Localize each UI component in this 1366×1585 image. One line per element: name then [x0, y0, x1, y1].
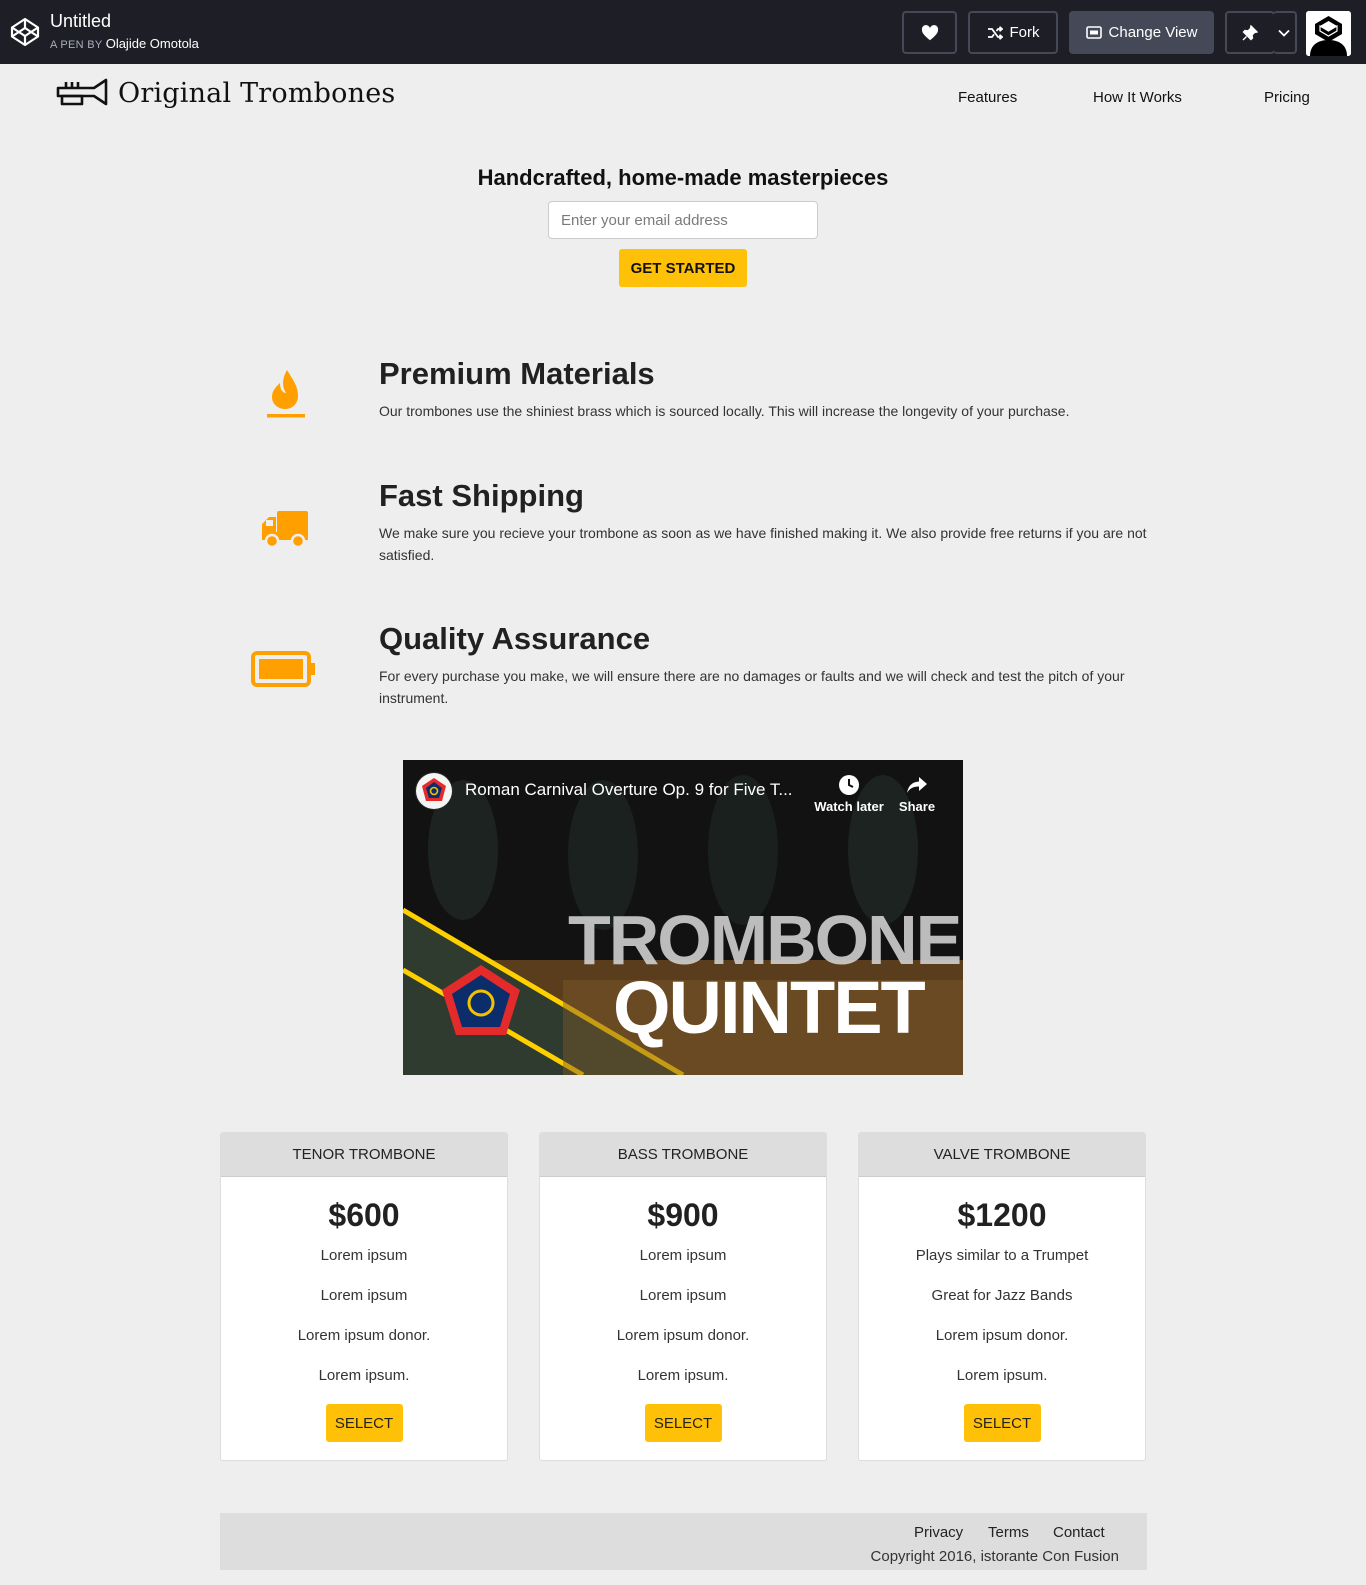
clock-icon: [839, 775, 859, 795]
pin-menu-button[interactable]: [1273, 11, 1297, 54]
plan-name: VALVE TROMBONE: [859, 1133, 1145, 1177]
user-avatar[interactable]: [1306, 11, 1351, 56]
watch-later-label: Watch later: [814, 799, 884, 814]
plan-feature: Lorem ipsum: [639, 1287, 727, 1304]
video-overlay-line2: QUINTET: [613, 966, 926, 1049]
plan-feature: Plays similar to a Trumpet: [915, 1247, 1089, 1264]
feature-desc-quality-assurance: For every purchase you make, we will ens…: [379, 668, 1125, 706]
pin-button[interactable]: [1225, 11, 1275, 54]
watch-later-button[interactable]: Watch later: [811, 774, 887, 814]
feature-title-quality-assurance: Quality Assurance: [379, 621, 651, 656]
codepen-logo-icon[interactable]: [9, 16, 41, 48]
pricing-card-tenor: TENOR TROMBONE $600 Lorem ipsum Lorem ip…: [220, 1132, 508, 1461]
pricing-card-bass: BASS TROMBONE $900 Lorem ipsum Lorem ips…: [539, 1132, 827, 1461]
fork-label: Fork: [1009, 24, 1040, 41]
avatar-image-icon: [1306, 11, 1351, 56]
footer-link-terms[interactable]: Terms: [988, 1524, 1029, 1541]
trumpet-icon: [56, 78, 108, 106]
nav-link-how-it-works[interactable]: How It Works: [1093, 89, 1182, 106]
plan-feature: Lorem ipsum donor.: [297, 1327, 431, 1344]
hero-title: Handcrafted, home-made masterpieces: [477, 165, 889, 190]
share-arrow-icon: [907, 777, 927, 793]
change-view-button[interactable]: Change View: [1069, 11, 1214, 54]
plan-feature: Lorem ipsum: [320, 1247, 408, 1264]
battery-icon: [250, 648, 318, 690]
footer-link-privacy[interactable]: Privacy: [914, 1524, 963, 1541]
feature-title-premium-materials: Premium Materials: [379, 356, 655, 391]
select-tenor-button[interactable]: SELECT: [325, 1404, 403, 1442]
codepen-header: Untitled A PEN BY Olajide Omotola Fork C…: [0, 0, 1366, 64]
brand-logo[interactable]: Original Trombones: [56, 76, 395, 110]
plan-name: BASS TROMBONE: [540, 1133, 826, 1177]
share-label: Share: [898, 799, 936, 814]
plan-feature: Lorem ipsum donor.: [935, 1327, 1069, 1344]
change-view-label: Change View: [1108, 24, 1198, 41]
plan-feature: Lorem ipsum.: [637, 1367, 729, 1384]
email-input[interactable]: [548, 201, 818, 239]
love-button[interactable]: [902, 11, 957, 54]
byline-prefix: A PEN BY: [50, 39, 103, 51]
nav-link-features[interactable]: Features: [958, 89, 1017, 106]
select-bass-button[interactable]: SELECT: [644, 1404, 722, 1442]
get-started-button[interactable]: GET STARTED: [619, 249, 747, 287]
feature-title-fast-shipping: Fast Shipping: [379, 478, 584, 513]
plan-feature: Lorem ipsum.: [318, 1367, 410, 1384]
plan-feature: Lorem ipsum: [639, 1247, 727, 1264]
feature-desc-fast-shipping: We make sure you recieve your trombone a…: [379, 525, 1147, 563]
plan-name: TENOR TROMBONE: [221, 1133, 507, 1177]
pricing-card-valve: VALVE TROMBONE $1200 Plays similar to a …: [858, 1132, 1146, 1461]
plan-price: $900: [647, 1197, 719, 1233]
video-embed[interactable]: Roman Carnival Overture Op. 9 for Five T…: [403, 760, 963, 1075]
heart-icon: [921, 24, 938, 40]
pen-byline: A PEN BY Olajide Omotola: [50, 36, 199, 51]
video-title[interactable]: Roman Carnival Overture Op. 9 for Five T…: [465, 780, 793, 800]
fork-icon: [987, 25, 1003, 40]
plan-feature: Great for Jazz Bands: [931, 1287, 1073, 1304]
channel-avatar[interactable]: [415, 772, 453, 810]
brand-name: Original Trombones: [118, 77, 396, 109]
page-footer: Privacy Terms Contact Copyright 2016, is…: [220, 1513, 1147, 1570]
feature-desc-premium-materials: Our trombones use the shiniest brass whi…: [379, 403, 1070, 419]
pin-icon: [1242, 24, 1258, 40]
plan-price: $1200: [957, 1197, 1047, 1233]
footer-link-contact[interactable]: Contact: [1053, 1524, 1105, 1541]
pen-title[interactable]: Untitled: [50, 11, 111, 32]
chevron-down-icon: [1278, 29, 1290, 37]
copyright-text: Copyright 2016, istorante Con Fusion: [870, 1548, 1119, 1565]
share-button[interactable]: Share: [895, 774, 939, 814]
fire-icon: [258, 366, 312, 422]
layout-icon: [1085, 26, 1102, 39]
truck-icon: [258, 506, 312, 552]
select-valve-button[interactable]: SELECT: [963, 1404, 1041, 1442]
plan-feature: Lorem ipsum.: [956, 1367, 1048, 1384]
nav-link-pricing[interactable]: Pricing: [1264, 89, 1310, 106]
plan-feature: Lorem ipsum donor.: [616, 1327, 750, 1344]
channel-logo-icon: [416, 773, 452, 809]
fork-button[interactable]: Fork: [968, 11, 1058, 54]
plan-price: $600: [328, 1197, 400, 1233]
pen-author-link[interactable]: Olajide Omotola: [106, 36, 199, 51]
plan-feature: Lorem ipsum: [320, 1287, 408, 1304]
